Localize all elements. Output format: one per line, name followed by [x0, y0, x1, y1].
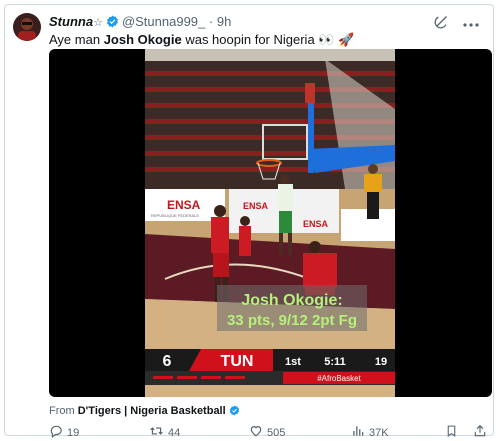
tweet-header: Stunna☆ @Stunna999_ · 9h — [49, 14, 231, 31]
header-actions — [434, 14, 479, 34]
reply-icon — [49, 424, 63, 441]
sponsor-board-2: ENSA — [243, 201, 269, 211]
views-count: 37K — [369, 426, 389, 439]
team-abbrev: TUN — [221, 353, 254, 370]
attribution: From D'Tigers | Nigeria Basketball — [49, 405, 243, 419]
game-quarter: 1st — [285, 356, 301, 368]
tweet-emoji: 👀 🚀 — [318, 32, 355, 47]
tweet-text-before: Aye man — [49, 32, 104, 47]
stat-overlay-line2: 33 pts, 9/12 2pt Fg — [227, 312, 357, 329]
share-button[interactable] — [473, 424, 487, 441]
retweet-button[interactable]: 44 — [149, 424, 180, 441]
tweet-text-after: was hoopin for Nigeria — [181, 32, 319, 47]
author-handle[interactable]: @Stunna999_ — [122, 14, 205, 29]
shot-clock: 19 — [375, 356, 387, 368]
views-icon — [351, 424, 365, 441]
like-button[interactable]: 505 — [249, 424, 285, 441]
tweet-text-mention: Josh Okogie — [103, 32, 182, 47]
views-button[interactable]: 37K — [351, 424, 389, 441]
author-star: ☆ — [93, 17, 103, 29]
hashtag: #AfroBasket — [317, 374, 361, 383]
attribution-source[interactable]: D'Tigers | Nigeria Basketball — [78, 405, 226, 417]
reply-count: 19 — [67, 426, 80, 439]
retweet-count: 44 — [168, 426, 181, 439]
like-count: 505 — [267, 426, 286, 439]
video-frame: ENSA REPUBLIQUE FEDERALE ENSA ENSA Josh … — [145, 49, 395, 397]
retweet-icon — [149, 424, 164, 441]
tweet-text: Aye man Josh Okogie was hoopin for Niger… — [49, 32, 354, 48]
reply-button[interactable]: 19 — [49, 424, 79, 441]
sponsor-board-1: ENSA — [167, 198, 201, 212]
grok-icon[interactable] — [434, 14, 449, 34]
sponsor-board-3: ENSA — [303, 219, 329, 229]
video-player[interactable]: ENSA REPUBLIQUE FEDERALE ENSA ENSA Josh … — [49, 49, 492, 397]
share-icon — [473, 424, 487, 441]
author-name[interactable]: Stunna — [49, 14, 93, 29]
tweet-time[interactable]: 9h — [217, 14, 231, 29]
home-score: 6 — [163, 353, 172, 370]
separator: · — [208, 14, 214, 29]
verified-badge-icon — [106, 15, 119, 31]
attribution-prefix: From — [49, 405, 78, 417]
bookmark-button[interactable] — [445, 424, 458, 441]
court-scene: ENSA REPUBLIQUE FEDERALE ENSA ENSA Josh … — [145, 49, 395, 397]
stat-overlay-line1: Josh Okogie: — [241, 292, 342, 309]
game-clock: 5:11 — [324, 356, 345, 368]
heart-icon — [249, 424, 263, 441]
avatar[interactable] — [13, 13, 41, 41]
more-options-icon[interactable] — [463, 15, 479, 33]
tweet-card[interactable]: Stunna☆ @Stunna999_ · 9h Aye man Josh Oko… — [4, 4, 494, 439]
bookmark-icon — [445, 424, 458, 441]
sponsor-sub: REPUBLIQUE FEDERALE — [151, 213, 199, 218]
verified-org-badge-icon — [229, 405, 240, 419]
